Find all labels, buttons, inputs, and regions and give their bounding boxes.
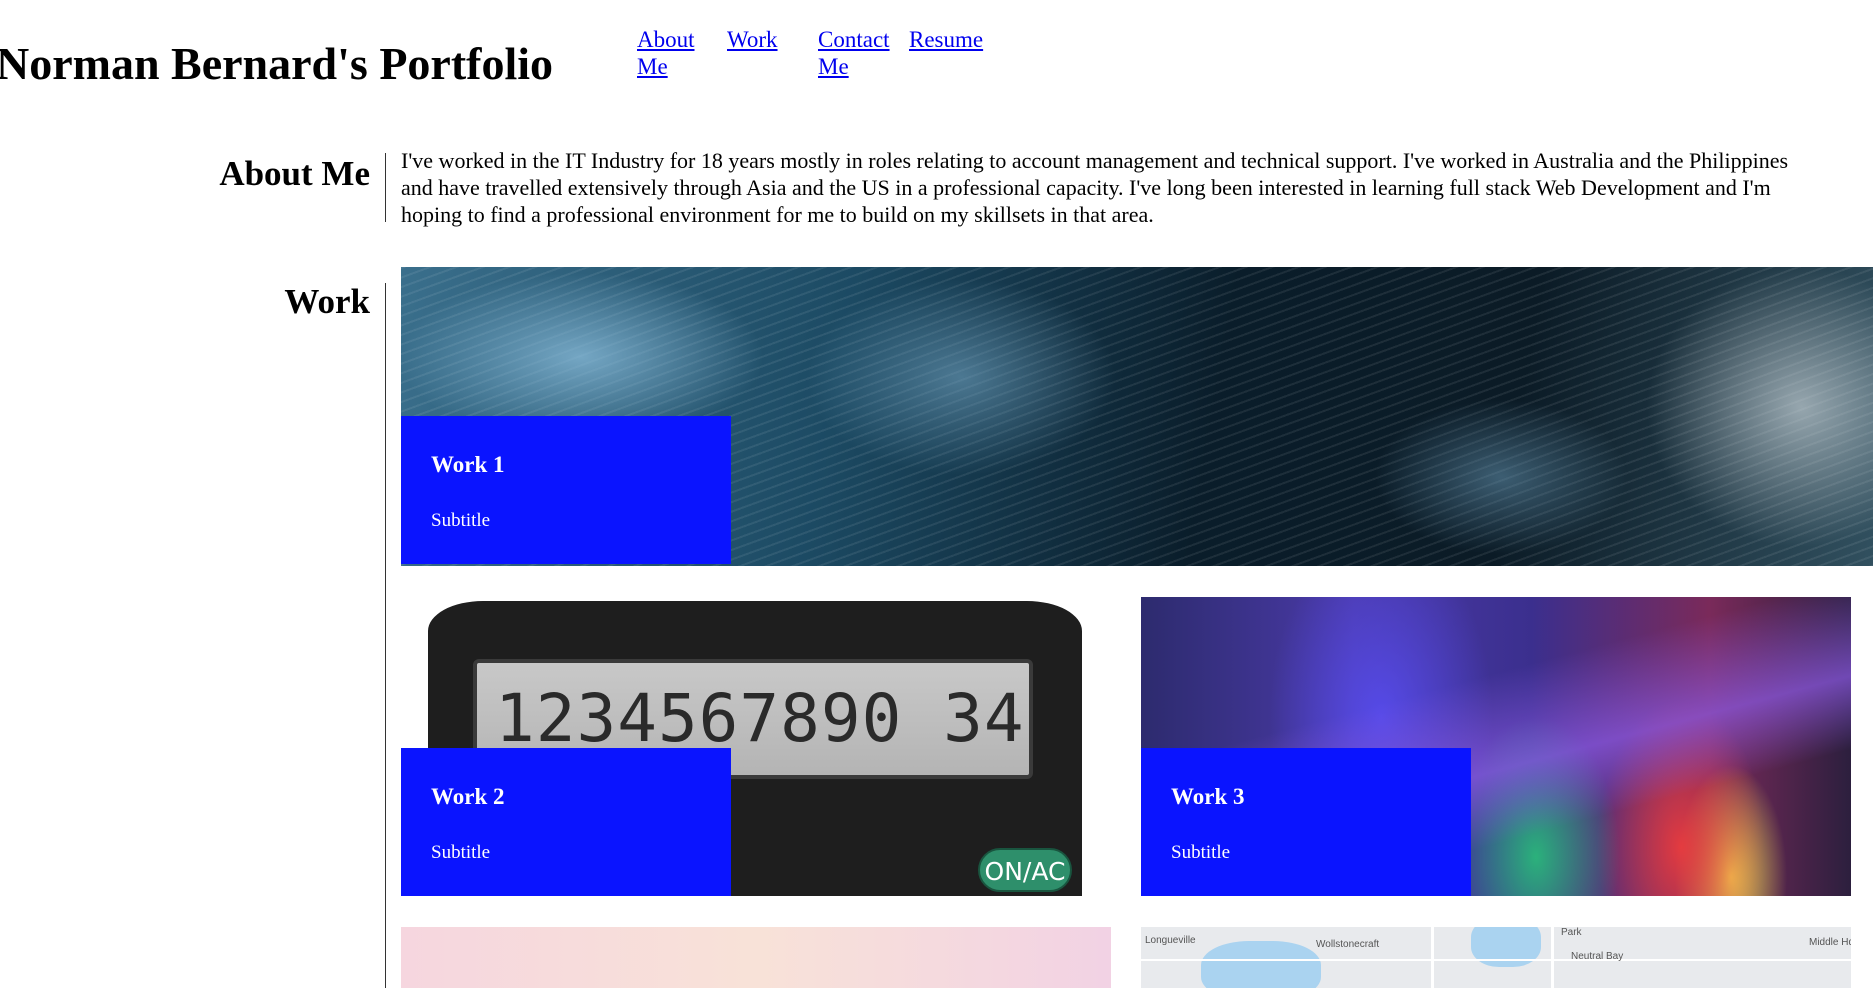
work-card-5[interactable]: Longueville Wollstonecraft Neutral Bay P… — [1141, 927, 1851, 988]
calculator-display-digits: 1234567890 34 — [495, 680, 1025, 757]
calculator-on-ac-key: ON/AC — [978, 848, 1072, 892]
map-label: Longueville — [1145, 935, 1196, 946]
map-water — [1471, 927, 1541, 967]
work-card-subtitle: Subtitle — [431, 842, 491, 863]
work-card-caption: Work 3 Subtitle — [1141, 748, 1471, 896]
map-road — [1431, 927, 1434, 988]
work-card-subtitle: Subtitle — [431, 510, 491, 531]
map-water — [1201, 941, 1321, 988]
nav-link-work[interactable]: Work — [727, 26, 797, 53]
map-label: Neutral Bay — [1571, 951, 1624, 962]
site-header: Norman Bernard's Portfolio About Me Work… — [0, 0, 1873, 120]
map-label: Park — [1561, 927, 1582, 938]
map-road — [1551, 927, 1554, 988]
about-text: I've worked in the IT Industry for 18 ye… — [401, 148, 1789, 227]
nav-link-contact[interactable]: Contact Me — [818, 26, 904, 80]
work-heading: Work — [284, 282, 370, 321]
work-divider — [385, 283, 386, 988]
work-card-subtitle: Subtitle — [1171, 842, 1231, 863]
nav-link-about[interactable]: About Me — [637, 26, 717, 80]
work-card-caption: Work 2 Subtitle — [401, 748, 731, 896]
map-label: Middle Hd — [1809, 937, 1851, 948]
site-title: Norman Bernard's Portfolio — [0, 38, 554, 89]
about-heading: About Me — [219, 154, 370, 193]
work-card-title: Work 1 — [431, 452, 505, 477]
work-card-3[interactable]: Work 3 Subtitle — [1141, 597, 1851, 896]
work-card-4[interactable] — [401, 927, 1111, 988]
nav-link-resume[interactable]: Resume — [909, 26, 1009, 53]
work-card-caption: Work 1 Subtitle — [401, 416, 731, 564]
work-card-title: Work 2 — [431, 784, 505, 809]
map-label: Wollstonecraft — [1316, 939, 1380, 950]
work-card-1[interactable]: Work 1 Subtitle — [401, 267, 1873, 566]
map-road — [1141, 959, 1851, 961]
about-divider — [385, 153, 386, 222]
work-card-2[interactable]: 1234567890 34 ON/AC Work 2 Subtitle — [401, 597, 1082, 896]
work-card-title: Work 3 — [1171, 784, 1245, 809]
